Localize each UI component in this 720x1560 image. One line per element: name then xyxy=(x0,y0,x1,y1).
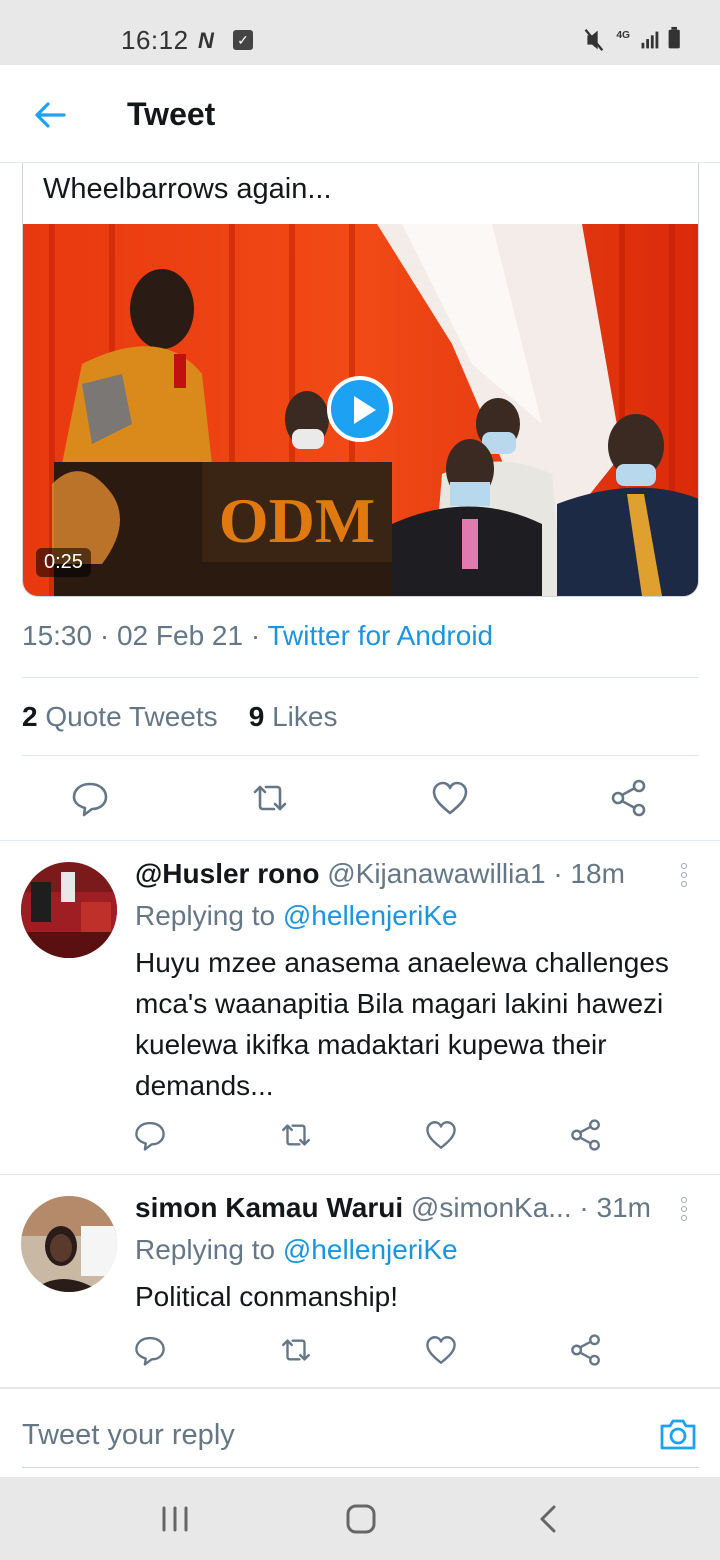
reply-composer[interactable]: Tweet your reply xyxy=(0,1387,720,1477)
likes-count: 9 xyxy=(248,701,265,732)
quote-tweets-label: Quote Tweets xyxy=(45,701,218,732)
avatar[interactable] xyxy=(21,1196,117,1292)
comment-icon[interactable] xyxy=(133,1118,167,1152)
play-icon xyxy=(354,396,376,424)
battery-icon xyxy=(668,26,680,49)
divider xyxy=(0,1174,720,1175)
avatar[interactable] xyxy=(21,862,117,958)
signal-icon xyxy=(641,31,659,49)
reply-text: Political conmanship! xyxy=(135,1281,399,1312)
status-bar: 16:12 N ✓ 4G xyxy=(0,0,720,65)
tweet-meta: 15:30 · 02 Feb 21 · Twitter for Android xyxy=(22,620,493,652)
quote-tweets-count: 2 xyxy=(22,701,38,732)
divider xyxy=(22,755,699,756)
reply-time: 31m xyxy=(596,1192,651,1223)
top-app-bar: Tweet xyxy=(0,65,720,163)
retweet-icon[interactable] xyxy=(279,1333,313,1367)
home-icon[interactable] xyxy=(341,1499,381,1539)
reply-author-handle: @Kijanawawillia1 xyxy=(327,858,546,889)
replying-to-label: Replying to xyxy=(135,900,276,931)
reply-time: 18m xyxy=(570,858,625,889)
reply-header: @Husler rono @Kijanawawillia1 · 18m xyxy=(135,858,625,890)
replying-to: Replying to @hellenjeriKe xyxy=(135,1234,458,1266)
divider xyxy=(22,677,699,678)
retweet-icon[interactable] xyxy=(250,778,290,818)
video-sign-text: ODM xyxy=(219,485,375,556)
tweet-source-link[interactable]: Twitter for Android xyxy=(267,620,493,651)
reply-header: simon Kamau Warui @simonKa... · 31m xyxy=(135,1192,651,1224)
tweet-date: 02 Feb 21 xyxy=(116,620,244,651)
more-vertical-icon[interactable] xyxy=(679,1197,689,1225)
quoted-tweet-text: Wheelbarrows again... xyxy=(43,173,332,205)
back-nav-icon[interactable] xyxy=(529,1499,569,1539)
quote-tweets-stat[interactable]: 2 Quote Tweets xyxy=(22,701,218,732)
video-thumbnail[interactable]: ODM 0:25 xyxy=(23,224,698,596)
notification-check-icon: ✓ xyxy=(233,30,253,50)
reply-author-handle: @simonKa... xyxy=(410,1192,572,1223)
tweet-time: 15:30 xyxy=(22,620,93,651)
reply-author-name[interactable]: simon Kamau Warui xyxy=(135,1192,403,1223)
system-nav-bar xyxy=(0,1477,720,1560)
status-icons: 4G xyxy=(584,26,680,52)
meta-separator: · xyxy=(250,620,268,651)
replying-to-label: Replying to xyxy=(135,1234,276,1265)
replying-to: Replying to @hellenjeriKe xyxy=(135,900,458,932)
meta-separator: · xyxy=(99,620,117,651)
likes-stat[interactable]: 9 Likes xyxy=(249,701,338,732)
quoted-tweet-card[interactable]: Wheelbarrows again... ODM 0:25 xyxy=(22,163,699,597)
status-time: 16:12 xyxy=(121,25,189,55)
heart-icon[interactable] xyxy=(424,1118,458,1152)
meta-separator: · xyxy=(579,1192,589,1223)
mute-icon xyxy=(584,28,604,52)
retweet-icon[interactable] xyxy=(279,1118,313,1152)
composer-underline xyxy=(22,1467,699,1468)
arrow-left-icon[interactable] xyxy=(30,95,70,135)
reply-input-placeholder[interactable]: Tweet your reply xyxy=(22,1419,235,1452)
network-type-label: 4G xyxy=(616,30,630,41)
heart-icon[interactable] xyxy=(424,1333,458,1367)
comment-icon[interactable] xyxy=(133,1333,167,1367)
share-icon[interactable] xyxy=(569,1333,603,1367)
recent-apps-icon[interactable] xyxy=(155,1499,195,1539)
comment-icon[interactable] xyxy=(70,778,110,818)
camera-icon[interactable] xyxy=(658,1414,698,1454)
tweet-stats: 2 Quote Tweets 9 Likes xyxy=(22,701,337,733)
video-duration: 0:25 xyxy=(36,548,91,577)
replying-to-handle[interactable]: @hellenjeriKe xyxy=(283,900,458,931)
divider xyxy=(0,840,720,841)
share-icon[interactable] xyxy=(569,1118,603,1152)
reply-author-name[interactable]: @Husler rono xyxy=(135,858,319,889)
heart-icon[interactable] xyxy=(430,778,470,818)
likes-label: Likes xyxy=(272,701,338,732)
meta-separator: · xyxy=(553,858,563,889)
more-vertical-icon[interactable] xyxy=(679,863,689,891)
play-button[interactable] xyxy=(327,376,393,442)
notification-n-icon: N xyxy=(198,28,214,53)
share-icon[interactable] xyxy=(609,778,649,818)
replying-to-handle[interactable]: @hellenjeriKe xyxy=(283,1234,458,1265)
reply-text: Huyu mzee anasema anaelewa challenges mc… xyxy=(135,947,669,1101)
page-title: Tweet xyxy=(127,96,216,132)
